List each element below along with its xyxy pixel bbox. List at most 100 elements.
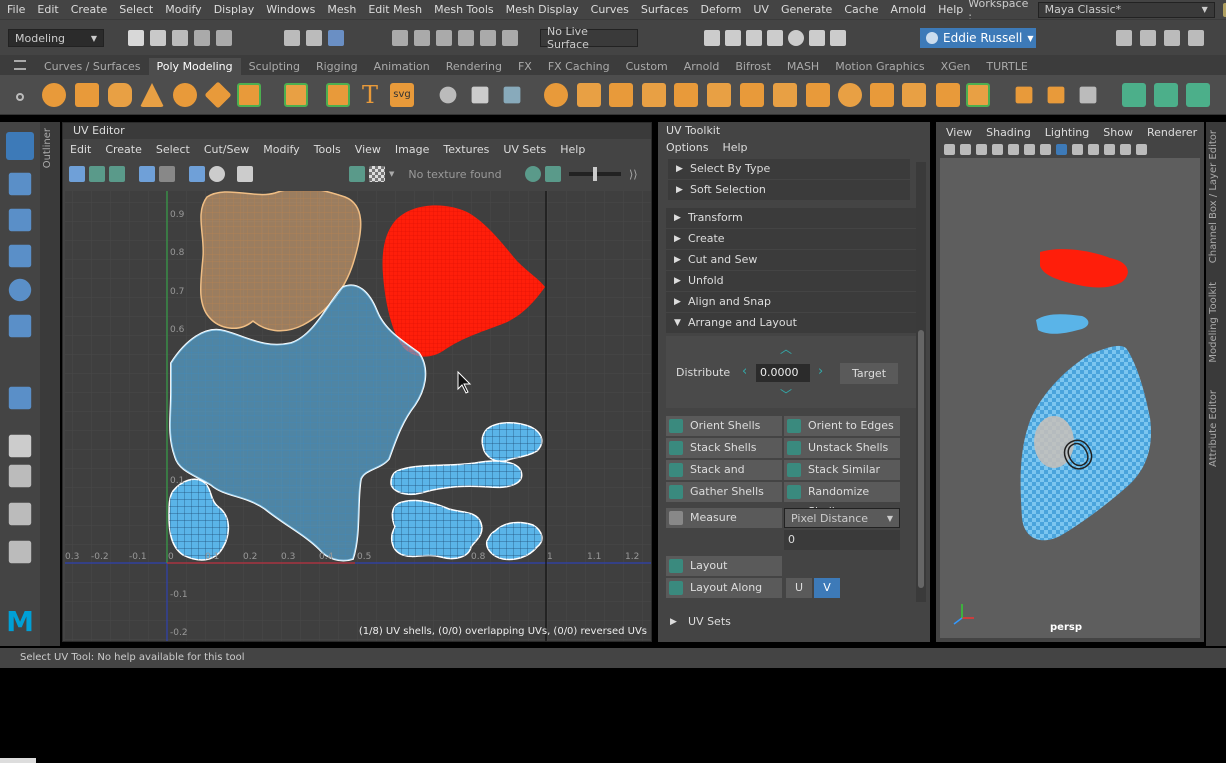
menu-deform[interactable]: Deform	[693, 3, 746, 16]
uv-shell-icon[interactable]	[69, 166, 85, 182]
snap-point-icon[interactable]	[436, 30, 452, 46]
distribute-down-icon[interactable]: ﹀	[780, 386, 792, 403]
snap-surface-icon[interactable]	[480, 30, 496, 46]
type-tool-icon[interactable]: T	[358, 83, 382, 107]
attribute-editor-icon[interactable]	[1140, 30, 1156, 46]
channel-box-icon[interactable]	[1188, 30, 1204, 46]
camera-icon[interactable]	[944, 144, 955, 155]
menu-file[interactable]: File	[0, 3, 30, 16]
move-tool-icon[interactable]	[8, 244, 32, 268]
multi-cut-icon[interactable]	[870, 83, 894, 107]
wireframe-icon[interactable]	[1040, 144, 1051, 155]
snap-grid-icon[interactable]	[392, 30, 408, 46]
tool-settings-icon[interactable]	[1164, 30, 1180, 46]
reduce-icon[interactable]	[642, 83, 666, 107]
uv-vertex-icon[interactable]	[89, 166, 105, 182]
chevron-down-icon[interactable]: ▼	[389, 170, 394, 178]
poly-cube-icon[interactable]	[75, 83, 99, 107]
select-component-icon[interactable]	[328, 30, 344, 46]
arnold-render-icon[interactable]	[809, 30, 825, 46]
uv-viewport[interactable]: 0.9 0.8 0.7 0.6 0.1 -0.1 -0.2 0.3 -0.2 -0.1 0 0.1 0…	[65, 191, 651, 641]
stack-similar-button[interactable]: Stack Similar	[784, 460, 900, 480]
uv-menu-help[interactable]: Help	[553, 143, 592, 156]
menu-modify[interactable]: Modify	[158, 3, 206, 16]
shelf-tab-rendering[interactable]: Rendering	[438, 58, 510, 75]
uv-menu-view[interactable]: View	[348, 143, 388, 156]
save-scene-icon[interactable]	[172, 30, 188, 46]
select-tool-icon[interactable]	[6, 132, 34, 160]
open-scene-icon[interactable]	[150, 30, 166, 46]
uv-menu-tools[interactable]: Tools	[307, 143, 348, 156]
insert-edge-loop-icon[interactable]	[966, 83, 990, 107]
checker-icon[interactable]	[369, 166, 385, 182]
paint-select-icon[interactable]	[8, 208, 32, 232]
live-surface-field[interactable]: No Live Surface	[540, 25, 638, 51]
shelf-tab-motion-graphics[interactable]: Motion Graphics	[827, 58, 932, 75]
poly-sphere-icon[interactable]	[42, 83, 66, 107]
mode-dropdown[interactable]: Modeling ▼	[8, 29, 104, 47]
viewport-menu-show[interactable]: Show	[1103, 126, 1133, 139]
exposure-slider[interactable]	[569, 167, 621, 181]
modeling-toolkit-tab[interactable]: Modeling Toolkit	[1208, 282, 1219, 363]
shelf-menu-icon[interactable]	[14, 60, 26, 70]
viewport-menu-lighting[interactable]: Lighting	[1045, 126, 1089, 139]
layout-along-button[interactable]: Layout Along	[666, 578, 782, 598]
manipulator-icon[interactable]	[8, 386, 32, 410]
menu-generate[interactable]: Generate	[774, 3, 837, 16]
lights-icon[interactable]	[1088, 144, 1099, 155]
pause-icon[interactable]	[830, 30, 846, 46]
connect-icon[interactable]	[936, 83, 960, 107]
shelf-tab-custom[interactable]: Custom	[618, 58, 676, 75]
slide-edge-icon[interactable]	[1079, 86, 1097, 104]
poly-plane-icon[interactable]	[204, 81, 232, 109]
section-uv-sets[interactable]: ▶ UV Sets	[666, 612, 916, 632]
section-transform[interactable]: ▶ Transform	[666, 208, 916, 228]
uv-menu-uv-sets[interactable]: UV Sets	[496, 143, 553, 156]
combine-icon[interactable]	[544, 83, 568, 107]
two-view-icon[interactable]	[8, 502, 32, 526]
shelf-tab-poly-modeling[interactable]: Poly Modeling	[148, 58, 241, 75]
section-create[interactable]: ▶ Create	[666, 229, 916, 249]
channel-box-tab[interactable]: Channel Box / Layer Editor	[1208, 130, 1219, 263]
menu-select[interactable]: Select	[112, 3, 158, 16]
layout-along-u-button[interactable]: U	[786, 578, 812, 598]
toolkit-menu-options[interactable]: Options	[666, 141, 708, 154]
section-align-and-snap[interactable]: ▶ Align and Snap	[666, 292, 916, 312]
film-gate-icon[interactable]	[1024, 144, 1035, 155]
shelf-settings-icon[interactable]	[16, 93, 24, 101]
quad-draw-icon[interactable]	[1047, 86, 1065, 104]
automatic-map-icon[interactable]	[1186, 83, 1210, 107]
menu-cache[interactable]: Cache	[837, 3, 883, 16]
modeling-toolkit-icon[interactable]	[1116, 30, 1132, 46]
perspective-viewport[interactable]: O persp	[940, 158, 1200, 638]
section-soft-selection[interactable]: ▶ Soft Selection	[668, 180, 910, 200]
uv-menu-modify[interactable]: Modify	[256, 143, 306, 156]
snap-view-icon[interactable]	[458, 30, 474, 46]
mirror-icon[interactable]	[674, 83, 698, 107]
fill-hole-icon[interactable]	[806, 83, 830, 107]
menu-edit[interactable]: Edit	[30, 3, 63, 16]
checker-map-icon[interactable]	[189, 166, 205, 182]
isolate-icon[interactable]	[1120, 144, 1131, 155]
uv-menu-textures[interactable]: Textures	[436, 143, 496, 156]
layout-along-v-button[interactable]: V	[814, 578, 840, 598]
viewport-menu-shading[interactable]: Shading	[986, 126, 1031, 139]
snap-live-icon[interactable]	[502, 30, 518, 46]
snap-curve-icon[interactable]	[414, 30, 430, 46]
platonic-solid-icon[interactable]	[284, 83, 308, 107]
menu-windows[interactable]: Windows	[259, 3, 320, 16]
exposure-icon[interactable]	[525, 166, 541, 182]
uv-grid-icon[interactable]	[159, 166, 175, 182]
section-unfold[interactable]: ▶ Unfold	[666, 271, 916, 291]
menu-mesh-tools[interactable]: Mesh Tools	[427, 3, 499, 16]
menu-create[interactable]: Create	[64, 3, 113, 16]
snapshot-icon[interactable]	[237, 166, 253, 182]
poly-torus-icon[interactable]	[173, 83, 197, 107]
render-view-icon[interactable]	[704, 30, 720, 46]
user-account-button[interactable]: Eddie Russell ▼	[920, 28, 1036, 48]
sculpt-tool-icon[interactable]	[439, 86, 457, 104]
shelf-tab-mash[interactable]: MASH	[779, 58, 827, 75]
append-polygon-icon[interactable]	[838, 83, 862, 107]
rotate-tool-icon[interactable]	[8, 278, 32, 302]
bevel-icon[interactable]	[773, 83, 797, 107]
